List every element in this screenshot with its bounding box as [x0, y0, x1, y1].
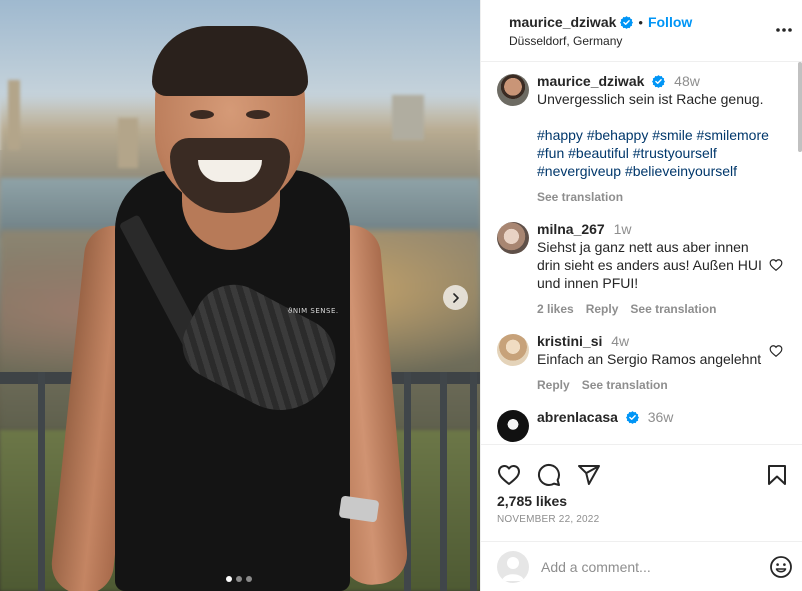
- comment-time[interactable]: 48w: [674, 73, 700, 89]
- comment-username[interactable]: kristini_si: [537, 333, 602, 349]
- comment-time[interactable]: 36w: [648, 409, 674, 425]
- carousel-dot: [246, 576, 252, 582]
- avatar[interactable]: [497, 222, 529, 254]
- more-options-icon[interactable]: [774, 20, 794, 40]
- reply-button[interactable]: Reply: [586, 300, 619, 318]
- follow-button[interactable]: Follow: [648, 14, 692, 30]
- reply-button[interactable]: Reply: [537, 376, 570, 394]
- caption-text: Unvergesslich sein ist Rache genug.: [537, 91, 764, 107]
- carousel-dot: [236, 576, 242, 582]
- heart-icon[interactable]: [497, 463, 521, 487]
- carousel-dot: [226, 576, 232, 582]
- see-translation-button[interactable]: See translation: [537, 188, 623, 206]
- comment-icon[interactable]: [537, 463, 561, 487]
- likes-count[interactable]: 2,785 likes: [481, 493, 802, 509]
- comments-scrollbar[interactable]: [798, 62, 802, 152]
- chevron-right-icon: [452, 292, 459, 303]
- avatar[interactable]: [497, 334, 529, 366]
- see-translation-button[interactable]: See translation: [582, 376, 668, 394]
- share-icon[interactable]: [577, 463, 601, 487]
- see-translation-button[interactable]: See translation: [630, 300, 716, 318]
- avatar[interactable]: [497, 74, 529, 106]
- comment-username[interactable]: abrenlacasa: [537, 409, 618, 425]
- comment-item: milna_267 1w Siehst ja ganz nett aus abe…: [497, 220, 802, 318]
- post-date[interactable]: NOVEMBER 22, 2022: [481, 514, 802, 525]
- bookmark-icon[interactable]: [765, 463, 789, 487]
- post-actions: 2,785 likes NOVEMBER 22, 2022: [481, 444, 802, 591]
- verified-badge-icon: [652, 75, 666, 88]
- caption-hashtags[interactable]: #happy #behappy #smile #smilemore #fun #…: [537, 126, 769, 180]
- post-viewer: ϑΝΙΜ SENSE. maurice_dziwak • Follow Düss…: [0, 0, 802, 591]
- avatar: [497, 550, 529, 583]
- post-location[interactable]: Düsseldorf, Germany: [509, 34, 788, 48]
- comment-text: Einfach an Sergio Ramos angelehnt: [537, 351, 762, 367]
- comments-list[interactable]: maurice_dziwak 48w Unvergesslich sein is…: [481, 62, 802, 444]
- post-side-panel: maurice_dziwak • Follow Düsseldorf, Germ…: [480, 0, 802, 591]
- heart-icon[interactable]: [769, 258, 783, 272]
- avatar[interactable]: [497, 410, 529, 442]
- comment-username[interactable]: maurice_dziwak: [537, 73, 644, 89]
- comment-input[interactable]: [541, 558, 769, 575]
- verified-badge-icon: [620, 15, 634, 29]
- comment-likes-button[interactable]: 2 likes: [537, 300, 574, 318]
- add-comment-bar: [481, 541, 802, 591]
- comment-item: abrenlacasa 36w: [497, 408, 802, 442]
- heart-icon[interactable]: [769, 344, 783, 358]
- verified-badge-icon: [625, 411, 639, 424]
- author-username[interactable]: maurice_dziwak: [509, 14, 616, 30]
- person-figure: ϑΝΙΜ SENSE.: [48, 20, 420, 591]
- comment-text: Siehst ja ganz nett aus aber innen drin …: [537, 239, 762, 291]
- comment-username[interactable]: milna_267: [537, 221, 605, 237]
- emoji-icon[interactable]: [769, 555, 793, 579]
- default-avatar-icon: [502, 556, 524, 581]
- carousel-next-button[interactable]: [443, 285, 468, 310]
- post-photo[interactable]: ϑΝΙΜ SENSE.: [0, 0, 480, 591]
- comment-item: kristini_si 4w Einfach an Sergio Ramos a…: [497, 332, 802, 394]
- comment-time[interactable]: 1w: [614, 221, 632, 237]
- caption: maurice_dziwak 48w Unvergesslich sein is…: [497, 72, 802, 206]
- shirt-print: ϑΝΙΜ SENSE.: [288, 307, 339, 315]
- comment-time[interactable]: 4w: [611, 333, 629, 349]
- post-header: maurice_dziwak • Follow Düsseldorf, Germ…: [481, 0, 802, 62]
- carousel-indicator: [226, 576, 252, 582]
